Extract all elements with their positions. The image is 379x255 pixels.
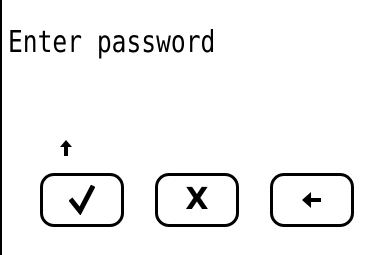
screen-border: [0, 0, 2, 255]
arrow-left-icon: [300, 190, 324, 210]
clear-button[interactable]: X: [155, 173, 239, 227]
clear-button-label: X: [185, 182, 209, 217]
prompt-text: Enter password: [8, 25, 216, 60]
backspace-button[interactable]: [270, 173, 354, 227]
display-screen: Enter password X: [0, 0, 379, 255]
arrow-up-icon: [59, 139, 73, 157]
checkmark-icon: [69, 185, 95, 215]
confirm-button[interactable]: [40, 173, 124, 227]
